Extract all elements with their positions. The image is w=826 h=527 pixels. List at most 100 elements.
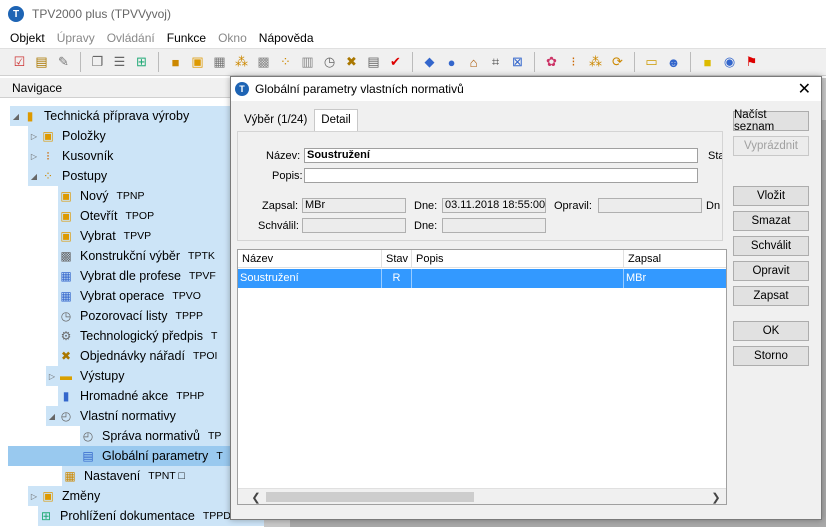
column-header-stav[interactable]: Stav: [382, 250, 412, 268]
table-icon[interactable]: ▥: [298, 53, 317, 72]
column-header-nazev[interactable]: Název: [238, 250, 382, 268]
parts-icon[interactable]: ■: [166, 53, 185, 72]
flag-icon[interactable]: ⚑: [742, 53, 761, 72]
cell-stav: R: [382, 269, 412, 288]
horizontal-scrollbar[interactable]: ❮ ❯: [238, 488, 726, 504]
pin-icon[interactable]: ⁝: [564, 53, 583, 72]
nazev-field[interactable]: Soustružení: [304, 148, 698, 163]
grid-icon[interactable]: ▩: [254, 53, 273, 72]
column-header-popis[interactable]: Popis: [412, 250, 624, 268]
opravil-field[interactable]: [598, 198, 702, 213]
column-header-zapsal[interactable]: Zapsal: [624, 250, 726, 268]
scroll-thumb[interactable]: [266, 492, 474, 502]
menu-funkce[interactable]: Funkce: [161, 31, 212, 45]
calc-icon[interactable]: ▤: [364, 53, 383, 72]
document-icon[interactable]: ▤: [32, 53, 51, 72]
key-icon[interactable]: ■: [698, 53, 717, 72]
list-icon[interactable]: ☰: [110, 53, 129, 72]
menu-objekt[interactable]: Objekt: [4, 31, 51, 45]
scroll-right-icon[interactable]: ❯: [708, 489, 724, 504]
clear-button[interactable]: Vyprázdnit: [733, 136, 809, 156]
tools-icon[interactable]: ✖: [342, 53, 361, 72]
cancel-button[interactable]: Storno: [733, 346, 809, 366]
menubar: Objekt Úpravy Ovládání Funkce Okno Nápov…: [0, 28, 826, 48]
settings-icon: ▦: [64, 469, 76, 483]
person-icon[interactable]: ☻: [664, 53, 683, 72]
toolbar: ☑ ▤ ✎ ❐ ☰ ⊞ ■ ▣ ▦ ⁂ ▩ ⁘ ▥ ◷ ✖ ▤ ✔ ◆ ● ⌂ …: [0, 48, 826, 76]
clipboard-icon[interactable]: ▦: [210, 53, 229, 72]
save-button[interactable]: Zapsat: [733, 286, 809, 306]
load-list-button[interactable]: Načíst seznam: [733, 109, 809, 133]
nav-header-label: Navigace: [12, 80, 63, 95]
shield-icon[interactable]: ◉: [720, 53, 739, 72]
schvalil-label: Schválil:: [258, 220, 299, 232]
tree-icon[interactable]: ⊞: [132, 53, 151, 72]
tree-item-globalni-parametry[interactable]: ▤ Globální parametry T: [8, 446, 264, 466]
dne-label: Dne:: [414, 200, 438, 212]
dots3-icon[interactable]: ⁂: [586, 53, 605, 72]
stopwatch-icon: ◴: [60, 409, 72, 423]
tree-item-postupy[interactable]: ◢ ⁘ Postupy: [28, 166, 264, 186]
edit-button[interactable]: Opravit: [733, 261, 809, 281]
menu-ovladani[interactable]: Ovládání: [101, 31, 161, 45]
box-icon: ▣: [60, 209, 72, 223]
copy-icon[interactable]: ❐: [88, 53, 107, 72]
stopwatch-icon: ◴: [82, 429, 94, 443]
stav-label: Sta: [708, 150, 723, 162]
edit-icon[interactable]: ✎: [54, 53, 73, 72]
checklist-icon[interactable]: ☑: [10, 53, 29, 72]
expand-arrow-icon[interactable]: ◢: [28, 172, 40, 181]
dne3-field[interactable]: [442, 218, 546, 233]
dots-icon[interactable]: ⁂: [232, 53, 251, 72]
box-icon: ▣: [60, 229, 72, 243]
menu-upravy[interactable]: Úpravy: [51, 31, 101, 45]
dne-field[interactable]: 03.11.2018 18:55:00: [442, 198, 546, 213]
menu-okno[interactable]: Okno: [212, 31, 253, 45]
tab-vyber[interactable]: Výběr (1/24): [237, 109, 314, 131]
tree-item-kusovnik[interactable]: ▷ ⁝ Kusovník: [28, 146, 264, 166]
collapse-arrow-icon[interactable]: ▷: [28, 132, 40, 141]
collapse-arrow-icon[interactable]: ▷: [28, 492, 40, 501]
zapsal-field[interactable]: MBr: [302, 198, 406, 213]
approve-button[interactable]: Schválit: [733, 236, 809, 256]
cube-icon[interactable]: ◆: [420, 53, 439, 72]
tree-item-polozky[interactable]: ▷ ▣ Položky: [28, 126, 264, 146]
collapse-arrow-icon[interactable]: ▷: [28, 152, 40, 161]
toolbar-separator: [412, 52, 413, 72]
dne2-label: Dn: [706, 200, 721, 212]
ok-button[interactable]: OK: [733, 321, 809, 341]
tree-item-tpv[interactable]: ◢ ▮ Technická příprava výroby: [10, 106, 264, 126]
cell-zapsal: MBr: [626, 272, 647, 284]
tab-detail[interactable]: Detail: [314, 109, 358, 131]
close-icon[interactable]: ✕: [798, 79, 811, 99]
menu-napoveda[interactable]: Nápověda: [253, 31, 320, 45]
box-icon[interactable]: ▣: [188, 53, 207, 72]
collapse-arrow-icon[interactable]: ▷: [46, 372, 58, 381]
expand-arrow-icon[interactable]: ◢: [46, 412, 58, 421]
sync-icon[interactable]: ⟳: [608, 53, 627, 72]
table-row[interactable]: Soustružení R MBr: [238, 269, 726, 288]
expand-arrow-icon[interactable]: ◢: [10, 112, 22, 121]
flower-icon[interactable]: ✿: [542, 53, 561, 72]
delete-button[interactable]: Smazat: [733, 211, 809, 231]
dots2-icon[interactable]: ⁘: [276, 53, 295, 72]
dialog-logo-icon: T: [235, 82, 249, 96]
popis-field[interactable]: [304, 168, 698, 183]
schvalil-field[interactable]: [302, 218, 406, 233]
clock-icon[interactable]: ◷: [320, 53, 339, 72]
structure-icon: ⁝: [46, 149, 50, 163]
table-icon: ▤: [82, 449, 94, 463]
app-titlebar: T TPV2000 plus (TPVVyvoj): [0, 0, 826, 28]
home-icon[interactable]: ⌂: [464, 53, 483, 72]
insert-button[interactable]: Vložit: [733, 186, 809, 206]
dialog-tabs: Výběr (1/24) Detail: [237, 109, 358, 131]
check-icon[interactable]: ✔: [386, 53, 405, 72]
folder-icon[interactable]: ▭: [642, 53, 661, 72]
network-icon[interactable]: ⊠: [508, 53, 527, 72]
tree-item-zmeny[interactable]: ▷ ▣ Změny: [28, 486, 264, 506]
xml-icon[interactable]: ⌗: [486, 53, 505, 72]
globe-icon[interactable]: ●: [442, 53, 461, 72]
app-logo-icon: T: [8, 6, 24, 22]
scroll-left-icon[interactable]: ❮: [248, 489, 264, 504]
grid-header: Název Stav Popis Zapsal: [238, 250, 726, 268]
